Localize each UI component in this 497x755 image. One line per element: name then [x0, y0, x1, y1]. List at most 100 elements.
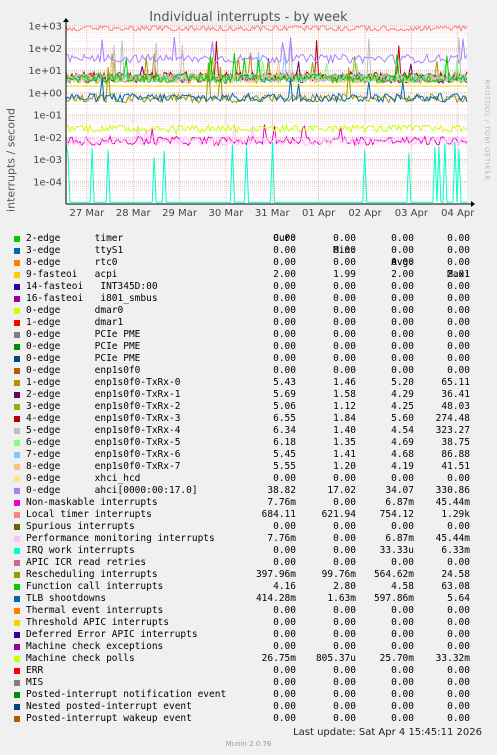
legend-cur-value: 0.00	[273, 281, 296, 292]
legend-row: 0-edge PCIe PME 0.00 0.00 0.00 0.00	[12, 329, 482, 341]
legend-avg-value: 5.20	[391, 377, 414, 388]
legend-avg-value: 0.00	[391, 233, 414, 244]
legend-series-name: 6-edge enp1s0f0-TxRx-5	[26, 437, 181, 448]
legend-avg-value: 597.86m	[373, 593, 414, 604]
legend-cur-value: 5.69	[273, 389, 296, 400]
legend-series-name: 14-fasteoi INT345D:00	[26, 281, 158, 292]
legend-cur-value: 2.00	[273, 269, 296, 280]
legend-row: MIS 0.00 0.00 0.00 0.00	[12, 677, 482, 689]
legend-swatch	[14, 692, 20, 698]
legend-row: Local timer interrupts 684.11 621.94 754.12…	[12, 509, 482, 521]
legend-avg-value: 4.25	[391, 401, 414, 412]
legend-min-value: 99.76m	[321, 569, 356, 580]
legend-series-name: 0-edge PCIe PME	[26, 353, 141, 364]
legend-swatch	[14, 344, 20, 350]
legend-series-name: ERR	[26, 665, 44, 676]
legend-avg-value: 4.69	[391, 437, 414, 448]
legend-series-name: 0-edge enp1s0f0	[26, 365, 141, 376]
legend-max-value: 63.08	[441, 581, 470, 592]
legend-max-value: 0.00	[447, 341, 470, 352]
legend-series-name: 1-edge dmar1	[26, 317, 124, 328]
legend-avg-value: 2.00	[391, 269, 414, 280]
legend-swatch	[14, 644, 20, 650]
y-tick-label: 1e-03	[33, 155, 62, 166]
legend-row: 2-edge timer 0.00 0.00 0.00 0.00	[12, 233, 482, 245]
legend-swatch	[14, 332, 20, 338]
legend-avg-value: 0.00	[391, 701, 414, 712]
legend-max-value: 0.00	[447, 521, 470, 532]
legend-row: Performance monitoring interrupts 7.76m 0.…	[12, 533, 482, 545]
legend-series-name: 5-edge enp1s0f0-TxRx-4	[26, 425, 181, 436]
legend-row: Threshold APIC interrupts 0.00 0.00 0.00 0.0…	[12, 617, 482, 629]
legend-cur-value: 38.82	[267, 485, 296, 496]
legend-max-value: 33.32m	[435, 653, 470, 664]
legend-avg-value: 0.00	[391, 353, 414, 364]
legend-avg-value: 0.00	[391, 713, 414, 724]
legend-cur-value: 4.16	[273, 581, 296, 592]
legend-min-value: 1.35	[333, 437, 356, 448]
legend-cur-value: 0.00	[273, 245, 296, 256]
legend-max-value: 0.00	[447, 605, 470, 616]
legend-cur-value: 5.45	[273, 449, 296, 460]
legend-cur-value: 414.28m	[255, 593, 296, 604]
chart-plot: 1e+03 1e+02 1e+01 1e+00 1e-01 1e-02 1e-03 1e-04…	[28, 18, 475, 219]
legend-row: Rescheduling interrupts 397.96m 99.76m 564.…	[12, 569, 482, 581]
legend-series-name: 1-edge enp1s0f0-TxRx-0	[26, 377, 181, 388]
legend-cur-value: 0.00	[273, 545, 296, 556]
legend-max-value: 0.00	[447, 353, 470, 364]
legend-max-value: 0.00	[447, 329, 470, 340]
legend-max-value: 0.00	[447, 665, 470, 676]
legend-avg-value: 4.19	[391, 461, 414, 472]
legend-swatch	[14, 476, 20, 482]
legend-row: 1-edge enp1s0f0-TxRx-0 5.43 1.46 5.20 65.11	[12, 377, 482, 389]
legend-min-value: 0.00	[333, 605, 356, 616]
legend-min-value: 0.00	[333, 713, 356, 724]
legend-row: 0-edge xhci_hcd 0.00 0.00 0.00 0.00	[12, 473, 482, 485]
legend-swatch	[14, 308, 20, 314]
legend-avg-value: 0.00	[391, 329, 414, 340]
legend-swatch	[14, 440, 20, 446]
legend-min-value: 0.00	[333, 665, 356, 676]
legend-avg-value: 4.68	[391, 449, 414, 460]
legend-min-value: 2.80	[333, 581, 356, 592]
legend-cur-value: 0.00	[273, 689, 296, 700]
y-tick-label: 1e-04	[33, 177, 62, 188]
legend-min-value: 0.00	[333, 641, 356, 652]
legend-avg-value: 754.12	[379, 509, 414, 520]
legend-max-value: 0.00	[447, 701, 470, 712]
legend-avg-value: 0.00	[391, 617, 414, 628]
x-tick-label: 29 Mar	[162, 208, 198, 219]
legend-series-name: 4-edge enp1s0f0-TxRx-3	[26, 413, 181, 424]
legend-row: Machine check exceptions 0.00 0.00 0.00 0.00	[12, 641, 482, 653]
legend-min-value: 0.00	[333, 245, 356, 256]
legend-series-name: Spurious interrupts	[26, 521, 135, 532]
legend-series-name: MIS	[26, 677, 44, 688]
legend-cur-value: 0.00	[273, 713, 296, 724]
legend-series-name: 16-fasteoi i801_smbus	[26, 293, 158, 304]
x-tick-label: 01 Apr	[302, 208, 336, 219]
legend-swatch	[14, 632, 20, 638]
legend-swatch	[14, 596, 20, 602]
legend-cur-value: 684.11	[261, 509, 296, 520]
legend-max-value: 45.44m	[435, 533, 470, 544]
legend-avg-value: 0.00	[391, 257, 414, 268]
y-tick-label: 1e-01	[33, 111, 62, 122]
legend-row: 4-edge enp1s0f0-TxRx-3 6.55 1.84 5.60 274.48	[12, 413, 482, 425]
last-update: Last update: Sat Apr 4 15:45:11 2026	[293, 727, 482, 738]
legend-min-value: 0.00	[333, 317, 356, 328]
legend-cur-value: 0.00	[273, 677, 296, 688]
legend-min-value: 0.00	[333, 533, 356, 544]
legend-series-name: IRQ work interrupts	[26, 545, 135, 556]
legend-avg-value: 0.00	[391, 341, 414, 352]
legend-max-value: 1.29k	[441, 509, 470, 520]
legend-series-name: 0-edge dmar0	[26, 305, 124, 316]
legend-min-value: 0.00	[333, 701, 356, 712]
y-tick-label: 1e+01	[28, 66, 62, 77]
legend-max-value: 41.51	[441, 461, 470, 472]
legend-swatch	[14, 488, 20, 494]
legend-min-value: 0.00	[333, 557, 356, 568]
legend-row: 0-edge PCIe PME 0.00 0.00 0.00 0.00	[12, 341, 482, 353]
legend-cur-value: 5.06	[273, 401, 296, 412]
legend-row: ERR 0.00 0.00 0.00 0.00	[12, 665, 482, 677]
legend-row: 0-edge dmar0 0.00 0.00 0.00 0.00	[12, 305, 482, 317]
